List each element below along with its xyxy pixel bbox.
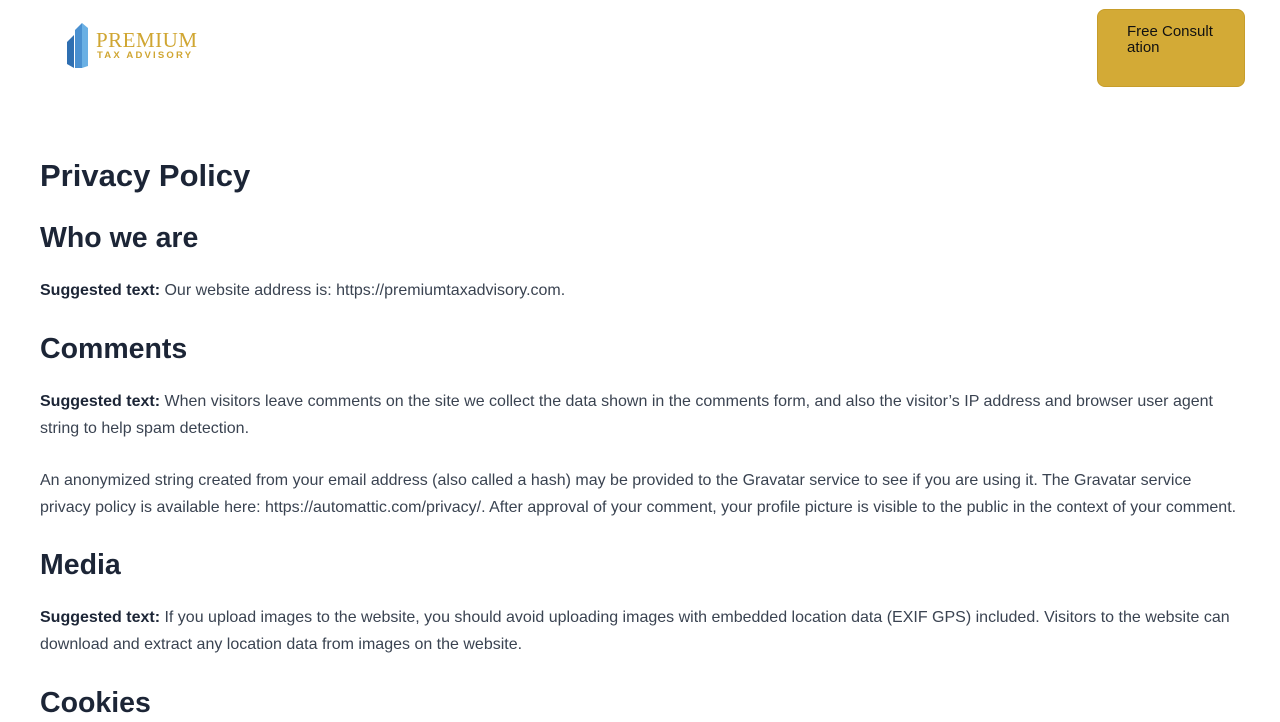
site-logo[interactable]: PREMIUM TAX ADVISORY [66,22,198,70]
comments-paragraph: Suggested text: When visitors leave comm… [40,388,1244,442]
building-logo-icon [67,23,88,68]
section-heading-who-we-are: Who we are [40,222,199,254]
logo-text: PREMIUM TAX ADVISORY [96,29,198,61]
section-heading-media: Media [40,549,121,581]
suggested-text-label: Suggested text: [40,393,161,410]
free-consultation-button[interactable]: Free Consultation [1097,9,1245,87]
privacy-policy-content: Privacy Policy Who we are Suggested text… [40,155,1244,719]
logo-wordmark: PREMIUM [96,28,198,52]
comments-text: When visitors leave comments on the site… [40,393,1213,437]
who-we-are-text: Our website address is: https://premiumt… [164,282,566,299]
section-heading-comments: Comments [40,333,188,365]
suggested-text-label: Suggested text: [40,609,161,626]
suggested-text-label: Suggested text: [40,282,161,299]
gravatar-paragraph: An anonymized string created from your e… [40,472,1237,516]
media-paragraph: Suggested text: If you upload images to … [40,604,1244,658]
who-we-are-paragraph: Suggested text: Our website address is: … [40,277,565,304]
page-title: Privacy Policy [40,158,251,193]
section-heading-cookies: Cookies [40,687,151,719]
media-text: If you upload images to the website, you… [40,609,1230,653]
logo-tagline: TAX ADVISORY [97,50,194,61]
site-header: PREMIUM TAX ADVISORY Free Consultation [0,0,1280,100]
